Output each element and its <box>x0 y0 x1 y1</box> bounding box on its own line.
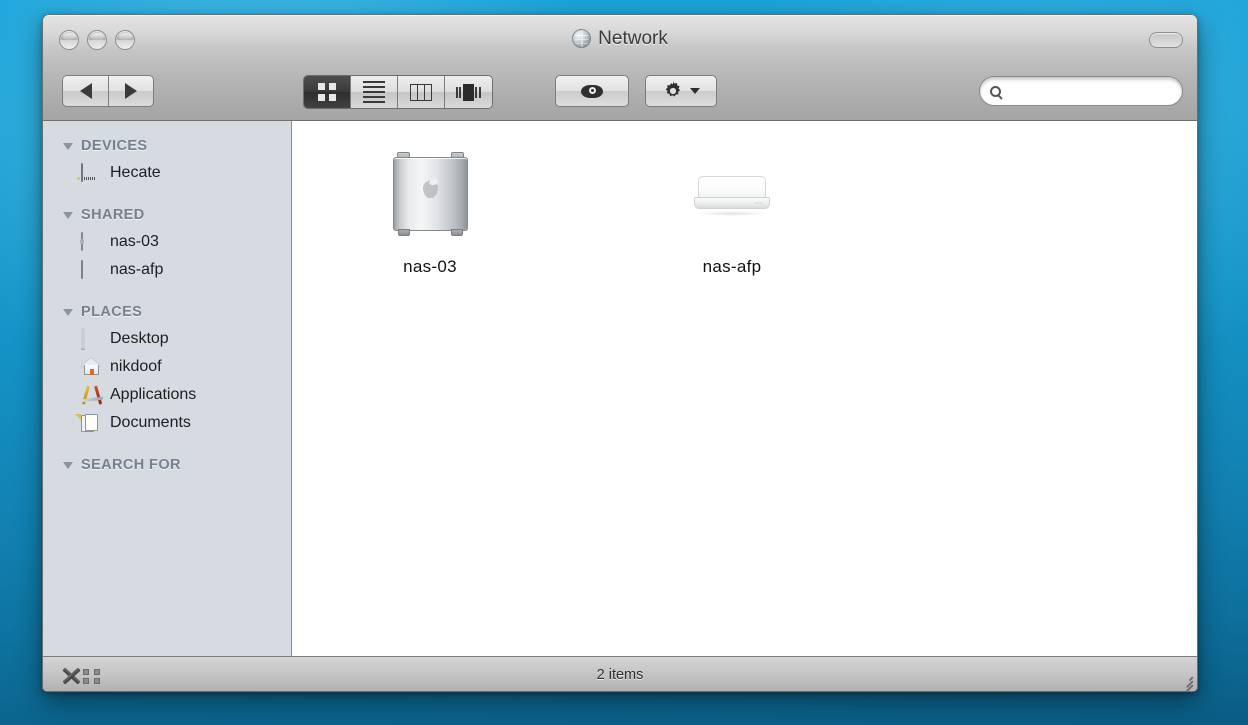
sidebar-item-label: nas-03 <box>110 233 159 250</box>
icon-grid: nas-03 nas-afp <box>292 121 1197 277</box>
sidebar-item-nikdoof[interactable]: nikdoof <box>43 353 291 381</box>
sidebar-item-label: Documents <box>110 414 191 431</box>
forward-button[interactable] <box>108 75 154 107</box>
window-title-text: Network <box>598 28 668 49</box>
finder-toolbar <box>43 64 1197 121</box>
sidebar-group-label: SHARED <box>81 207 145 223</box>
sidebar-item-nas-03[interactable]: nas-03 <box>43 228 291 256</box>
sidebar-item-label: nas-afp <box>110 261 164 278</box>
sidebar-item-label: Hecate <box>110 164 161 181</box>
coverflow-icon <box>455 83 482 101</box>
sidebar-item-documents[interactable]: Documents <box>43 409 291 437</box>
item-count-label: 2 items <box>596 666 644 683</box>
disconnect-icon[interactable] <box>61 666 101 685</box>
disclosure-triangle-icon[interactable] <box>63 211 73 219</box>
applications-icon <box>80 385 104 405</box>
back-button[interactable] <box>62 75 108 107</box>
view-mode-segmented-control <box>303 75 493 109</box>
file-item-nas-03[interactable]: nas-03 <box>354 135 506 277</box>
eye-icon <box>581 84 603 98</box>
gear-icon <box>665 81 681 97</box>
sidebar-item-applications[interactable]: Applications <box>43 381 291 409</box>
window-controls <box>59 30 135 50</box>
sidebar-item-hecate[interactable]: Hecate <box>43 159 291 187</box>
sidebar-item-label: nikdoof <box>110 358 162 375</box>
home-icon <box>81 358 101 376</box>
sidebar-group-shared[interactable]: SHARED <box>43 202 291 228</box>
sidebar-group-places[interactable]: PLACES <box>43 299 291 325</box>
action-menu-button[interactable] <box>645 75 717 107</box>
search-icon <box>990 85 1001 97</box>
sidebar-group-search-for[interactable]: SEARCH FOR <box>43 452 291 478</box>
network-drive-icon <box>81 260 101 279</box>
mac-pro-icon <box>392 135 468 253</box>
window-titlebar[interactable]: Network <box>43 15 1197 64</box>
disclosure-triangle-icon[interactable] <box>63 308 73 316</box>
sidebar-group-label: DEVICES <box>81 138 148 154</box>
chevron-left-icon <box>79 83 92 99</box>
toolbar-toggle-button[interactable] <box>1149 32 1183 48</box>
finder-sidebar: DEVICES Hecate SHARED nas-03 nas-afp PLA… <box>43 121 292 656</box>
documents-icon <box>75 414 101 432</box>
minimize-button[interactable] <box>87 30 107 50</box>
globe-icon <box>572 29 592 48</box>
search-field[interactable] <box>979 76 1183 106</box>
navigation-buttons <box>62 75 154 107</box>
list-view-button[interactable] <box>351 76 398 108</box>
list-icon <box>363 81 385 103</box>
disclosure-triangle-icon[interactable] <box>63 461 73 469</box>
zoom-button[interactable] <box>115 30 135 50</box>
mac-pro-icon <box>81 232 101 251</box>
sidebar-item-desktop[interactable]: Desktop <box>43 325 291 353</box>
sidebar-group-label: PLACES <box>81 304 143 320</box>
file-item-label: nas-afp <box>702 257 762 276</box>
status-bar: 2 items <box>43 656 1197 691</box>
file-item-label: nas-03 <box>403 257 457 276</box>
search-input[interactable] <box>1007 83 1172 99</box>
sidebar-group-devices[interactable]: DEVICES <box>43 133 291 159</box>
sidebar-group-label: SEARCH FOR <box>81 457 181 473</box>
window-body: DEVICES Hecate SHARED nas-03 nas-afp PLA… <box>43 121 1197 656</box>
icon-view-button[interactable] <box>304 76 351 108</box>
coverflow-view-button[interactable] <box>445 76 492 108</box>
grid-icon <box>318 83 336 101</box>
resize-grip[interactable] <box>1177 673 1194 691</box>
columns-icon <box>410 83 432 101</box>
sidebar-item-label: Applications <box>110 386 197 403</box>
quicklook-button[interactable] <box>555 75 629 107</box>
close-button[interactable] <box>59 30 79 50</box>
chevron-right-icon <box>125 83 137 99</box>
chevron-down-icon <box>690 88 700 94</box>
sidebar-item-nas-afp[interactable]: nas-afp <box>43 256 291 284</box>
hard-drive-icon <box>77 163 101 182</box>
desktop-icon <box>81 328 101 349</box>
sidebar-item-label: Desktop <box>110 330 169 347</box>
window-title: Network <box>43 28 1197 50</box>
airport-base-station-icon <box>692 135 772 253</box>
column-view-button[interactable] <box>398 76 445 108</box>
finder-window: Network DEVICES Hecate SHARED nas-03 nas… <box>42 14 1198 692</box>
file-item-nas-afp[interactable]: nas-afp <box>656 135 808 277</box>
disclosure-triangle-icon[interactable] <box>63 142 73 150</box>
file-browser-pane[interactable]: nas-03 nas-afp <box>292 121 1197 656</box>
